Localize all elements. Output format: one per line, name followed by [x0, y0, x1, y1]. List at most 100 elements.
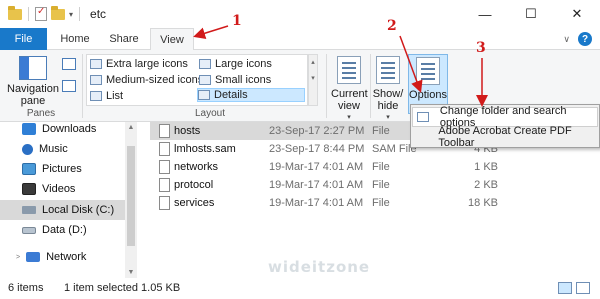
layout-extra-large-label: Extra large icons	[106, 58, 188, 70]
current-view-button[interactable]: Current view ▾	[331, 54, 368, 121]
layout-medium-label: Medium-sized icons	[106, 74, 204, 86]
drive-icon	[22, 206, 36, 214]
details-pane-icon[interactable]	[62, 80, 76, 92]
sidebar-label: Downloads	[42, 123, 97, 135]
menu-item-label: Adobe Acrobat Create PDF Toolbar	[438, 125, 572, 149]
sidebar-item-pictures[interactable]: Pictures	[22, 159, 82, 179]
watermark: wideitzone	[268, 258, 371, 276]
customize-toolbar-icon[interactable]: ▾	[69, 10, 73, 19]
sidebar-label: Pictures	[42, 163, 82, 175]
scroll-down-icon[interactable]: ▼	[125, 269, 137, 276]
menu-item-change-folder-options[interactable]: Change folder and search options	[412, 105, 598, 129]
pictures-icon	[22, 163, 36, 175]
navigation-sidebar: Downloads Music Pictures Videos Local Di…	[0, 122, 125, 278]
details-view-icon[interactable]	[558, 282, 572, 294]
window-title: etc	[90, 7, 107, 21]
list-icon	[90, 91, 102, 101]
sidebar-item-videos[interactable]: Videos	[22, 179, 75, 199]
tab-home[interactable]: Home	[56, 28, 94, 50]
panes-group-label: Panes	[26, 108, 56, 119]
drive-icon	[22, 226, 36, 234]
preview-pane-icon[interactable]	[62, 58, 76, 70]
minimize-button[interactable]: —	[462, 0, 508, 28]
file-date: 19-Mar-17 4:01 AM	[269, 179, 364, 191]
file-row[interactable]: protocol 19-Mar-17 4:01 AM File 2 KB	[150, 176, 510, 194]
options-label: Options	[409, 89, 447, 101]
layout-scroll[interactable]: ▴ ▾	[308, 54, 318, 106]
group-separator	[370, 54, 371, 118]
large-icons-view-icon[interactable]	[576, 282, 590, 294]
title-bar: ▾ etc — ☐ ✕	[0, 0, 600, 28]
sidebar-item-local-disk[interactable]: Local Disk (C:)	[0, 200, 125, 220]
details-icon	[198, 90, 210, 100]
show-hide-button[interactable]: Show/ hide ▾	[372, 54, 404, 121]
layout-medium-icons[interactable]: Medium-sized icons	[90, 73, 203, 87]
file-row[interactable]: services 19-Mar-17 4:01 AM File 18 KB	[150, 194, 510, 212]
annotation-number-2: 2	[387, 18, 397, 34]
sidebar-item-downloads[interactable]: Downloads	[22, 122, 96, 139]
network-icon	[26, 252, 41, 262]
file-date: 19-Mar-17 4:01 AM	[269, 197, 364, 209]
sidebar-label: Local Disk (C:)	[42, 204, 115, 216]
new-folder-icon[interactable]	[51, 5, 65, 20]
file-date: 23-Sep-17 8:44 PM	[269, 143, 365, 155]
current-view-label: Current view	[331, 88, 368, 112]
folder-icon[interactable]	[8, 5, 22, 20]
properties-icon[interactable]	[35, 6, 47, 21]
navigation-pane-button[interactable]: Navigation pane	[6, 56, 60, 107]
layout-group-label: Layout	[194, 108, 226, 119]
file-type: File	[372, 197, 390, 209]
selection-info: 1 item selected 1.05 KB	[64, 282, 181, 294]
file-date: 23-Sep-17 2:27 PM	[269, 125, 365, 137]
collapse-ribbon-icon[interactable]: ∨	[563, 34, 570, 45]
file-row[interactable]: networks 19-Mar-17 4:01 AM File 1 KB	[150, 158, 510, 176]
menu-item-acrobat-toolbar[interactable]: Adobe Acrobat Create PDF Toolbar	[412, 125, 598, 149]
annotation-number-3: 3	[476, 40, 486, 56]
layout-extra-large-icons[interactable]: Extra large icons	[90, 57, 188, 71]
view-toggles	[558, 282, 590, 294]
show-hide-icon	[376, 56, 400, 84]
sidebar-item-data[interactable]: Data (D:)	[22, 220, 87, 240]
file-icon	[159, 142, 170, 156]
sidebar-scrollbar[interactable]: ▲ ▼	[125, 122, 137, 278]
options-dropdown-menu: Change folder and search options Adobe A…	[410, 104, 600, 149]
tab-share[interactable]: Share	[106, 28, 142, 50]
maximize-button[interactable]: ☐	[508, 0, 554, 28]
close-button[interactable]: ✕	[554, 0, 600, 28]
file-name: lmhosts.sam	[174, 143, 236, 155]
expand-arrow-icon[interactable]: >	[16, 254, 20, 261]
music-icon	[22, 143, 33, 155]
layout-details[interactable]: Details	[197, 88, 305, 102]
status-bar: 6 items 1 item selected 1.05 KB	[0, 278, 600, 299]
downloads-icon	[22, 123, 36, 135]
scrollbar-thumb[interactable]	[127, 146, 135, 246]
sidebar-label: Videos	[42, 183, 76, 195]
help-icon[interactable]: ?	[578, 32, 592, 46]
folder-options-icon	[413, 112, 434, 122]
file-size: 1 KB	[474, 161, 498, 173]
sidebar-item-music[interactable]: Music	[22, 139, 68, 159]
layout-list[interactable]: List	[90, 89, 123, 103]
layout-small-icons[interactable]: Small icons	[199, 73, 271, 87]
file-name: networks	[174, 161, 219, 173]
current-view-icon	[337, 56, 361, 84]
tab-view[interactable]: View	[150, 28, 194, 51]
scroll-up-icon[interactable]: ▲	[125, 124, 137, 131]
small-icons-icon	[199, 75, 211, 85]
ribbon-help-controls: ∨ ?	[563, 32, 592, 46]
sidebar-item-network[interactable]: > Network	[16, 247, 86, 267]
toolbar-separator	[79, 7, 81, 21]
options-icon	[416, 57, 440, 85]
file-icon	[159, 124, 170, 138]
tab-file[interactable]: File	[0, 28, 47, 50]
item-count: 6 items	[8, 282, 44, 294]
group-separator	[82, 54, 83, 118]
navigation-pane-icon	[19, 56, 47, 80]
file-type: File	[372, 161, 390, 173]
layout-large-icons[interactable]: Large icons	[199, 57, 272, 71]
toolbar-separator	[28, 7, 29, 21]
file-icon	[159, 160, 170, 174]
layout-large-label: Large icons	[215, 58, 272, 70]
medium-icons-icon	[90, 75, 102, 85]
ribbon-tabs: File Home Share View ∨ ?	[0, 28, 600, 51]
